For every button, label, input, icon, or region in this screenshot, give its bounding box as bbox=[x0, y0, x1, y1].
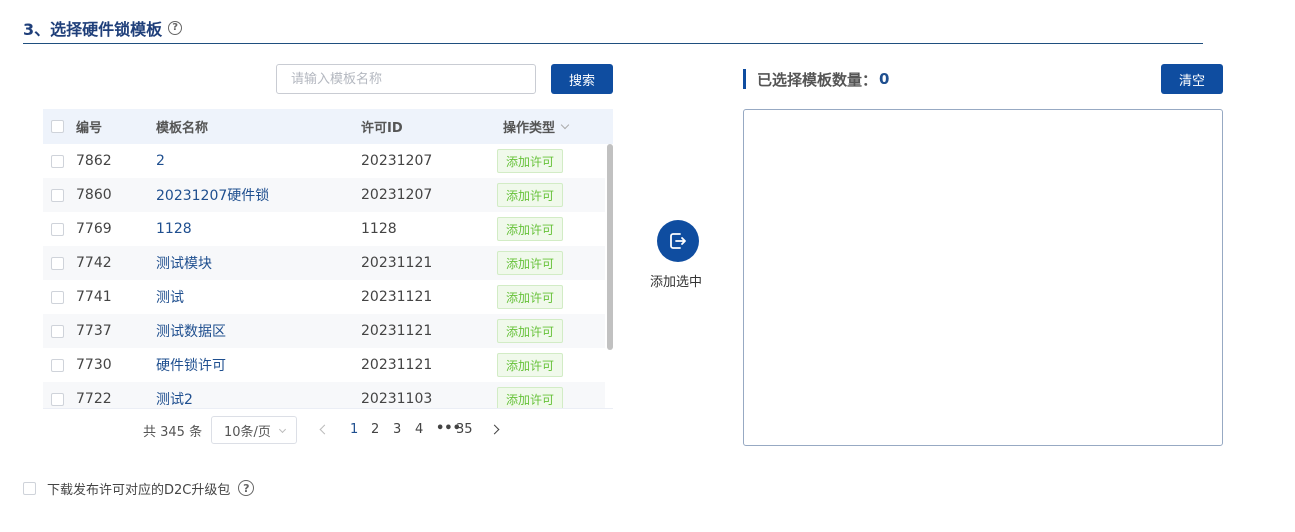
row-license-id: 20231207 bbox=[361, 153, 433, 169]
row-id: 7722 bbox=[76, 391, 112, 407]
next-page-icon[interactable] bbox=[489, 424, 500, 435]
row-name-link[interactable]: 20231207硬件锁 bbox=[156, 185, 269, 205]
row-checkbox[interactable] bbox=[51, 392, 64, 406]
column-header-license-id: 许可ID bbox=[361, 121, 403, 136]
row-id: 7741 bbox=[76, 289, 112, 305]
chevron-down-icon[interactable] bbox=[560, 120, 570, 129]
row-checkbox[interactable] bbox=[51, 290, 64, 304]
row-license-id: 20231121 bbox=[361, 357, 433, 373]
operation-type-tag: 添加许可 bbox=[497, 353, 563, 377]
prev-page-icon[interactable] bbox=[319, 424, 330, 435]
download-d2c-checkbox[interactable] bbox=[23, 481, 36, 495]
select-all-checkbox[interactable] bbox=[51, 120, 64, 133]
section-divider bbox=[23, 43, 1203, 44]
section-title-text: 3、选择硬件锁模板 bbox=[23, 20, 163, 39]
table-row[interactable]: 7730 硬件锁许可 20231121 添加许可 bbox=[43, 348, 605, 382]
table-scrollbar[interactable] bbox=[607, 144, 613, 408]
row-id: 7862 bbox=[76, 153, 112, 169]
table-row[interactable]: 7737 测试数据区 20231121 添加许可 bbox=[43, 314, 605, 348]
column-header-id: 编号 bbox=[76, 121, 103, 136]
selected-templates-box[interactable] bbox=[743, 109, 1223, 446]
row-checkbox[interactable] bbox=[51, 188, 64, 202]
row-name-link[interactable]: 1128 bbox=[156, 221, 192, 237]
question-circle-icon[interactable]: ? bbox=[168, 21, 183, 35]
table-row[interactable]: 7742 测试模块 20231121 添加许可 bbox=[43, 246, 605, 280]
row-name-link[interactable]: 测试 bbox=[156, 287, 184, 307]
selected-count-value: 0 bbox=[879, 70, 890, 88]
template-search-input[interactable] bbox=[276, 64, 536, 94]
question-circle-icon[interactable]: ? bbox=[238, 480, 255, 496]
row-id: 7769 bbox=[76, 221, 112, 237]
page-number[interactable]: 4 bbox=[415, 422, 423, 437]
row-id: 7860 bbox=[76, 187, 112, 203]
row-id: 7730 bbox=[76, 357, 112, 373]
section-title: 3、选择硬件锁模板 ? bbox=[23, 16, 183, 40]
pagination-total: 共 345 条 bbox=[143, 424, 203, 440]
table-header: 编号 模板名称 许可ID 操作类型 bbox=[43, 109, 613, 144]
row-name-link[interactable]: 硬件锁许可 bbox=[156, 355, 226, 375]
table-row[interactable]: 7769 1128 1128 添加许可 bbox=[43, 212, 605, 246]
row-id: 7742 bbox=[76, 255, 112, 271]
row-checkbox[interactable] bbox=[51, 256, 64, 270]
row-checkbox[interactable] bbox=[51, 154, 64, 168]
row-license-id: 20231103 bbox=[361, 391, 433, 407]
chevron-down-icon bbox=[278, 425, 287, 434]
template-table: 编号 模板名称 许可ID 操作类型 7862 2 20231207 添加许可 7… bbox=[43, 109, 613, 409]
operation-type-tag: 添加许可 bbox=[497, 285, 563, 309]
operation-type-tag: 添加许可 bbox=[497, 387, 563, 408]
row-checkbox[interactable] bbox=[51, 222, 64, 236]
selected-count-title: 已选择模板数量： 0 bbox=[743, 69, 889, 89]
page-number[interactable]: 2 bbox=[371, 422, 379, 437]
row-license-id: 1128 bbox=[361, 221, 397, 237]
download-d2c-label[interactable]: 下载发布许可对应的D2C升级包 bbox=[47, 479, 230, 498]
scrollbar-thumb[interactable] bbox=[607, 144, 613, 350]
row-name-link[interactable]: 2 bbox=[156, 153, 165, 169]
row-checkbox[interactable] bbox=[51, 358, 64, 372]
row-id: 7737 bbox=[76, 323, 112, 339]
row-license-id: 20231207 bbox=[361, 187, 433, 203]
operation-type-tag: 添加许可 bbox=[497, 149, 563, 173]
column-header-operation-type-label: 操作类型 bbox=[503, 121, 556, 136]
operation-type-tag: 添加许可 bbox=[497, 183, 563, 207]
page-number[interactable]: 1 bbox=[350, 422, 358, 437]
add-selected-button[interactable] bbox=[657, 220, 699, 262]
row-license-id: 20231121 bbox=[361, 323, 433, 339]
row-license-id: 20231121 bbox=[361, 255, 433, 271]
table-row[interactable]: 7722 测试2 20231103 添加许可 bbox=[43, 382, 605, 408]
page-number[interactable]: 3 bbox=[393, 422, 401, 437]
row-name-link[interactable]: 测试数据区 bbox=[156, 321, 226, 341]
operation-type-tag: 添加许可 bbox=[497, 217, 563, 241]
page-number-last[interactable]: 35 bbox=[456, 422, 473, 437]
row-name-link[interactable]: 测试2 bbox=[156, 389, 193, 408]
add-selected-label[interactable]: 添加选中 bbox=[650, 271, 702, 290]
row-license-id: 20231121 bbox=[361, 289, 433, 305]
row-name-link[interactable]: 测试模块 bbox=[156, 253, 212, 273]
column-header-name: 模板名称 bbox=[156, 121, 209, 136]
table-row[interactable]: 7860 20231207硬件锁 20231207 添加许可 bbox=[43, 178, 605, 212]
row-checkbox[interactable] bbox=[51, 324, 64, 338]
selected-count-label: 已选择模板数量： bbox=[757, 70, 878, 89]
download-d2c-option[interactable]: 下载发布许可对应的D2C升级包 ? bbox=[23, 478, 255, 498]
column-header-operation-type[interactable]: 操作类型 bbox=[503, 117, 570, 136]
clear-button[interactable]: 清空 bbox=[1161, 64, 1223, 94]
search-button[interactable]: 搜索 bbox=[551, 64, 613, 94]
page-size-value: 10条/页 bbox=[224, 424, 271, 440]
operation-type-tag: 添加许可 bbox=[497, 251, 563, 275]
operation-type-tag: 添加许可 bbox=[497, 319, 563, 343]
table-row[interactable]: 7862 2 20231207 添加许可 bbox=[43, 144, 605, 178]
arrow-right-box-icon bbox=[670, 233, 686, 249]
page-size-select[interactable]: 10条/页 bbox=[211, 416, 297, 444]
table-row[interactable]: 7741 测试 20231121 添加许可 bbox=[43, 280, 605, 314]
